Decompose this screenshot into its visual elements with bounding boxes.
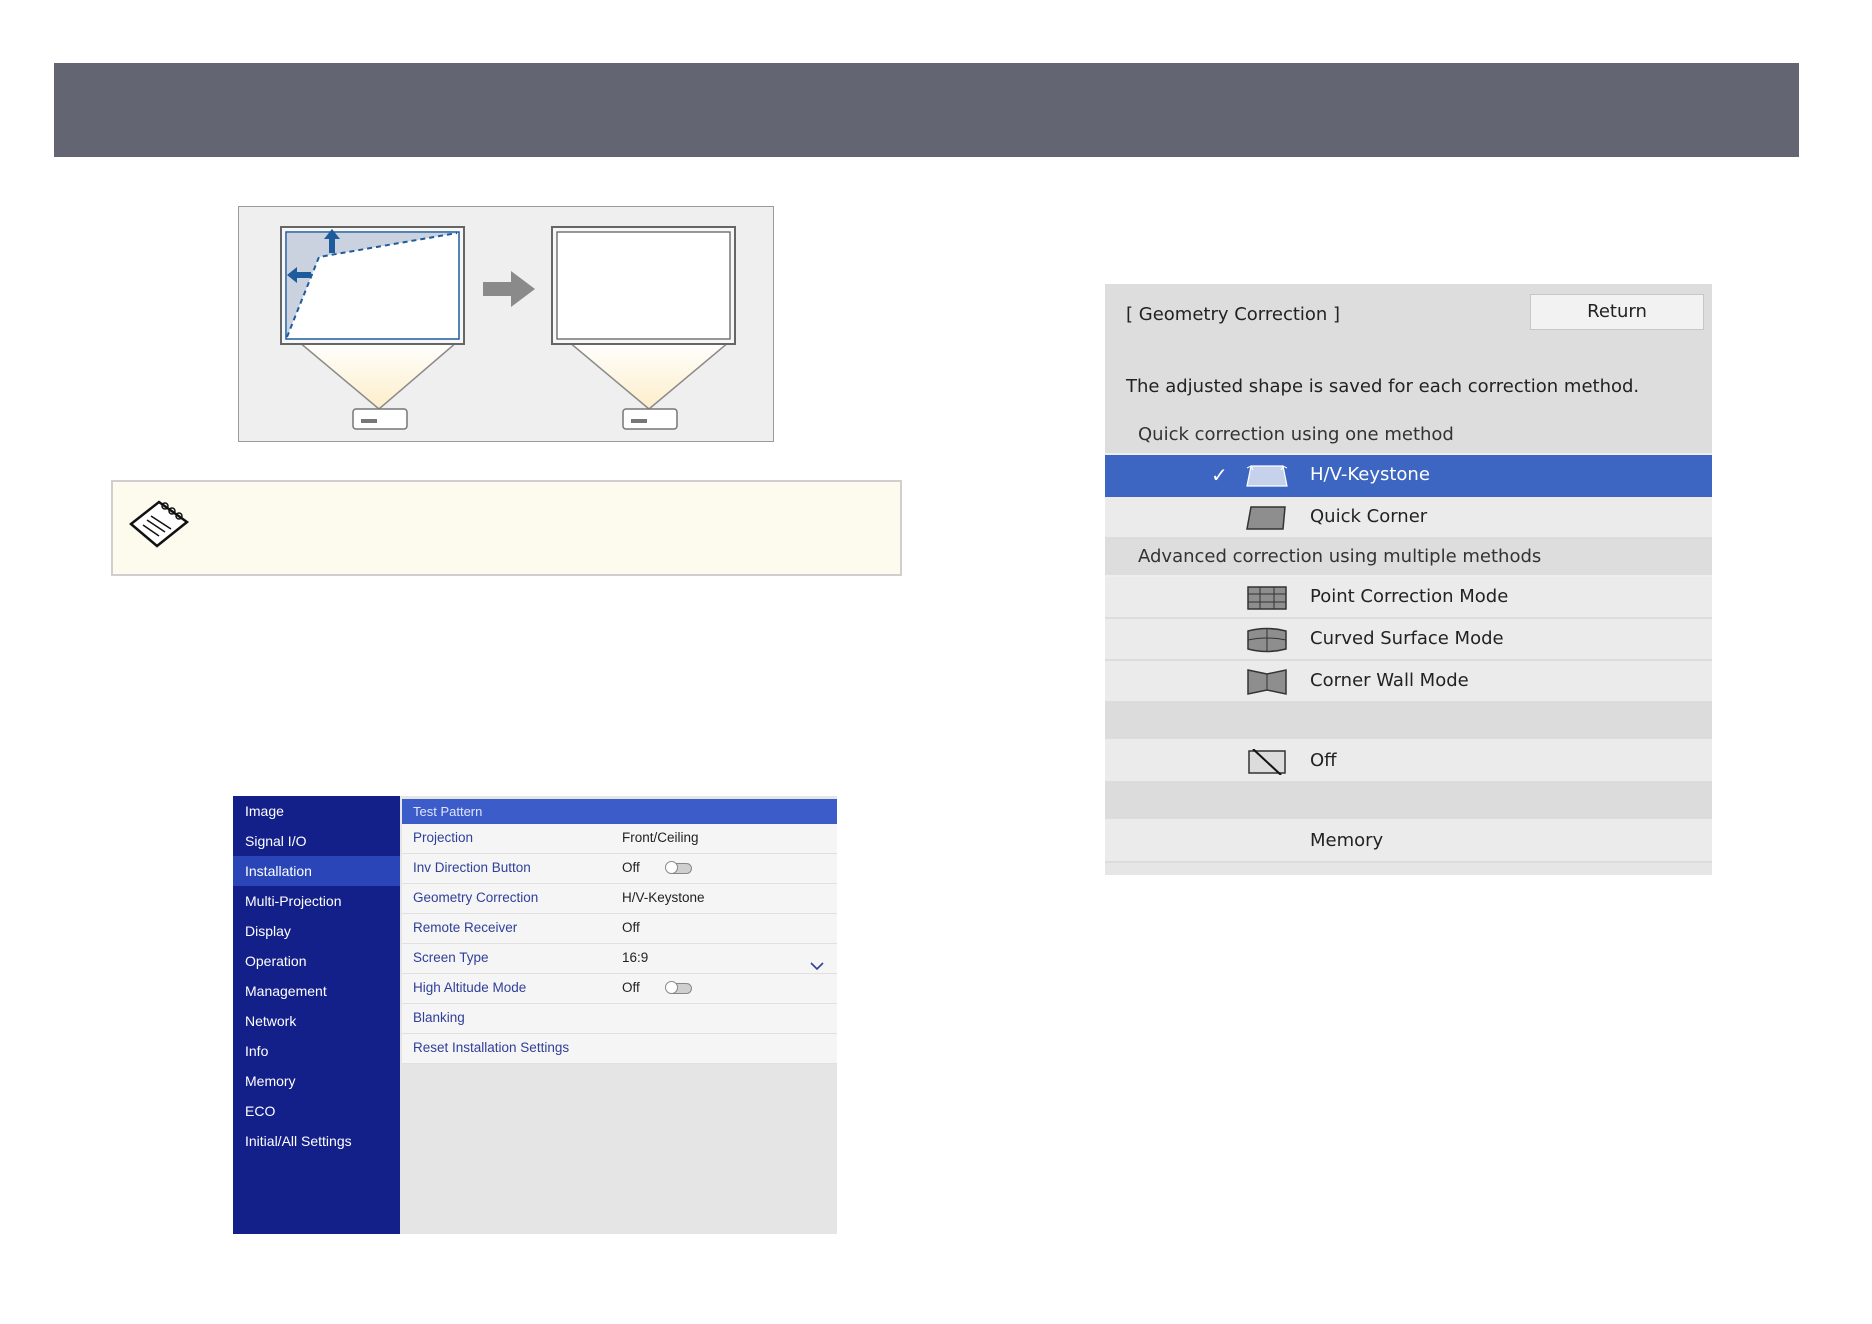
sidebar-item-signal-io[interactable]: Signal I/O [233,826,400,856]
section-advanced-correction: Advanced correction using multiple metho… [1105,539,1712,577]
option-label: Off [1310,750,1337,771]
option-hv-keystone[interactable]: ✓ H/V-Keystone [1105,455,1712,497]
sidebar-item-initial-all-settings[interactable]: Initial/All Settings [233,1126,400,1156]
menu-row-label: High Altitude Mode [413,980,527,995]
option-off[interactable]: Off [1105,741,1712,783]
menu-row-label: Blanking [413,1010,465,1025]
sidebar-item-display[interactable]: Display [233,916,400,946]
menu-row-value: Off [622,980,640,995]
menu-sidebar: Image Signal I/O Installation Multi-Proj… [233,796,400,1234]
sidebar-item-image[interactable]: Image [233,796,400,826]
list-divider [1105,783,1712,821]
menu-row-remote-receiver[interactable]: Remote Receiver Off [402,914,837,944]
panel-description: The adjusted shape is saved for each cor… [1126,376,1640,397]
list-divider [1105,703,1712,741]
option-label: Point Correction Mode [1310,586,1509,607]
sidebar-item-info[interactable]: Info [233,1036,400,1066]
menu-row-label: Reset Installation Settings [413,1040,570,1055]
menu-row-label: Screen Type [413,950,489,965]
screen-after [551,226,736,430]
menu-row-geometry-correction[interactable]: Geometry Correction H/V-Keystone [402,884,837,914]
menu-row-label: Projection [413,830,474,845]
option-point-correction-mode[interactable]: Point Correction Mode [1105,577,1712,619]
option-memory[interactable]: Memory [1105,821,1712,863]
option-label: Corner Wall Mode [1310,670,1469,691]
menu-row-inv-direction-button[interactable]: Inv Direction Button Off [402,854,837,884]
corner-wall-icon [1245,669,1289,710]
header-band [54,63,1799,157]
panel-title: [ Geometry Correction ] [1126,304,1341,325]
toggle-switch[interactable] [665,981,692,994]
check-icon: ✓ [1211,463,1228,487]
option-label: H/V-Keystone [1310,464,1430,485]
sidebar-item-management[interactable]: Management [233,976,400,1006]
option-curved-surface-mode[interactable]: Curved Surface Mode [1105,619,1712,661]
menu-item-test-pattern[interactable]: Test Pattern [402,799,837,824]
sidebar-item-multi-projection[interactable]: Multi-Projection [233,886,400,916]
menu-row-value: Off [622,920,640,935]
sidebar-item-memory[interactable]: Memory [233,1066,400,1096]
note-pad-icon [127,496,191,560]
menu-content: Test Pattern Projection Front/Ceiling In… [402,799,837,1064]
projector-settings-menu: Image Signal I/O Installation Multi-Proj… [233,796,837,1234]
section-quick-correction: Quick correction using one method [1105,417,1712,455]
menu-row-value: Front/Ceiling [622,830,699,845]
option-corner-wall-mode[interactable]: Corner Wall Mode [1105,661,1712,703]
sidebar-item-eco[interactable]: ECO [233,1096,400,1126]
keystone-illustration [238,206,774,442]
sidebar-item-network[interactable]: Network [233,1006,400,1036]
menu-row-label: Inv Direction Button [413,860,531,875]
screen-before [280,226,465,430]
sidebar-item-operation[interactable]: Operation [233,946,400,976]
menu-row-label: Geometry Correction [413,890,539,905]
menu-row-screen-type[interactable]: Screen Type 16:9 [402,944,837,974]
menu-row-reset-installation-settings[interactable]: Reset Installation Settings [402,1034,837,1064]
geometry-correction-panel: [ Geometry Correction ] Return The adjus… [1105,284,1712,875]
quick-corner-icon [1245,505,1289,546]
list-footer [1105,863,1712,875]
right-arrow-icon [483,271,535,307]
correction-method-list: Quick correction using one method ✓ H/V-… [1105,417,1712,875]
menu-row-projection[interactable]: Projection Front/Ceiling [402,824,837,854]
menu-row-blanking[interactable]: Blanking [402,1004,837,1034]
menu-row-label: Remote Receiver [413,920,518,935]
menu-row-high-altitude-mode[interactable]: High Altitude Mode Off [402,974,837,1004]
option-label: Quick Corner [1310,506,1428,527]
toggle-switch[interactable] [665,861,692,874]
option-quick-corner[interactable]: Quick Corner [1105,497,1712,539]
sidebar-item-installation[interactable]: Installation [233,856,400,886]
menu-row-value: H/V-Keystone [622,890,705,905]
option-label: Curved Surface Mode [1310,628,1504,649]
option-label: Memory [1310,830,1384,851]
return-button[interactable]: Return [1530,294,1704,330]
menu-row-value: 16:9 [622,950,649,965]
off-icon [1245,748,1289,790]
note-box [111,480,902,576]
menu-row-value: Off [622,860,640,875]
